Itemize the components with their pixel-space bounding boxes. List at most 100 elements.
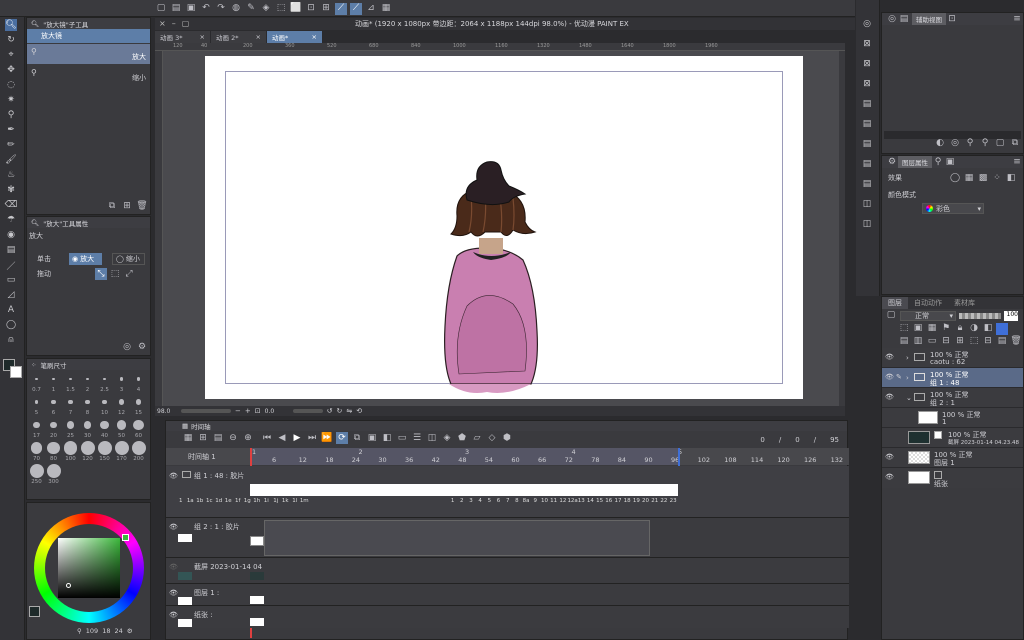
ruler-tool-icon[interactable]: ◿ [5,289,17,301]
brush-size-item[interactable]: 1.5 [63,372,78,393]
sub-view-d-icon[interactable]: ⚲ [979,137,991,149]
layer-group2[interactable]: 👁︎ ⌄ 100 % 正常 组 2 : 1 [882,388,1023,408]
operation-tool-icon[interactable]: ⌖ [5,49,17,61]
blend-mode-select[interactable]: 正常 ▾ [900,310,956,321]
effect-tint-icon[interactable]: ◧ [1005,172,1017,184]
clear-icon[interactable]: ◍ [230,3,242,15]
sub-tool-item-zoom-in[interactable]: ⚲ 放大 [27,44,150,64]
rotate-tool-icon[interactable]: ↻ [5,34,17,46]
mask-icon[interactable]: ◑ [968,323,980,335]
eye-icon[interactable]: 👁︎ [885,393,894,401]
next-frame-icon[interactable]: ⏭ [306,432,318,444]
auto-action-tab[interactable]: 自动动作 [908,297,948,309]
color-picker-cursor[interactable] [66,583,71,588]
duplicate-icon[interactable]: ▤ [996,336,1008,348]
material5-icon[interactable]: ▤ [861,178,873,190]
zoom-out-icon[interactable]: − [235,407,241,415]
onion-skin-icon[interactable]: ◧ [381,432,393,444]
opacity-value[interactable]: 100 [1004,310,1018,321]
eraser-tool-icon[interactable]: ⌫ [5,199,18,211]
new-raster-icon[interactable]: ▤ [898,336,910,348]
text-tool-icon[interactable]: A [5,304,17,316]
eye-icon[interactable]: 👁︎ [169,472,178,480]
hue-cursor[interactable] [122,534,129,541]
color-layer-icon[interactable] [996,322,1008,335]
info-icon[interactable]: ⊠ [861,58,873,70]
brush-size-item[interactable]: 40 [97,418,112,439]
rotate-left-icon[interactable]: ↺ [327,407,333,415]
merge-icon[interactable]: ⊞ [954,336,966,348]
material-icon[interactable]: ▤ [861,98,873,110]
add-subtool-icon[interactable]: ⊞ [121,200,133,212]
zoom-in-option[interactable]: ◉ 放大 [69,253,102,265]
eyedropper-icon[interactable]: ⚲ [5,109,17,121]
navigator-icon[interactable]: ◎ [861,18,873,30]
transform-icon[interactable]: ⬚ [275,3,287,15]
sub-tool-item-zoom-out[interactable]: ⚲ 缩小 [27,65,150,85]
material-tab[interactable]: 素材库 [948,297,981,309]
lasso-tool-icon[interactable]: ◌ [5,79,17,91]
zoom-value[interactable]: 98.0 [157,408,177,415]
zoom-tool-icon[interactable]: 🔍︎ [5,19,17,31]
correct-line-tool-icon[interactable]: ⍝ [5,334,17,346]
timeline-new-icon[interactable]: ▦ [182,432,194,444]
layer-prop-tab[interactable]: 图层属性 [898,156,932,168]
draft-icon[interactable]: ⚑ [940,323,952,335]
brush-size-item[interactable]: 30 [80,418,95,439]
brush-size-item[interactable]: 10 [97,395,112,416]
canvas-vscroll[interactable] [839,51,845,406]
brush-size-item[interactable]: 5 [29,395,44,416]
navigator-tab-icon[interactable]: ◎ [886,13,898,25]
layer-group1[interactable]: 👁︎ ✎ › 100 % 正常 组 1 : 48 [882,368,1023,388]
assign-cel-icon[interactable]: ▣ [366,432,378,444]
deselect-icon[interactable]: ⬜ [290,3,302,15]
brush-size-item[interactable]: 1 [46,372,61,393]
cel-block[interactable] [250,618,264,626]
layer-icon-toggle[interactable]: ▢ [885,310,897,322]
delete-key-icon[interactable]: ◇ [486,432,498,444]
layer-prop-tab-icon[interactable]: ⚙ [886,156,898,168]
material7-icon[interactable]: ◫ [861,218,873,230]
brush-size-item[interactable]: 17 [29,418,44,439]
interp-icon[interactable]: ▱ [471,432,483,444]
layer-search-icon[interactable]: ⚲ [932,156,944,168]
layer-cel-1[interactable]: 100 % 正常 1 [882,408,1023,428]
reference-icon[interactable]: ▦ [926,323,938,335]
canvas-area[interactable] [163,51,845,406]
canvas-paper[interactable] [205,56,803,399]
tab-close-icon[interactable]: × [312,33,317,41]
rotate-value[interactable]: 0.0 [265,408,289,415]
track-screenshot[interactable]: 👁︎ 截屏 2023-01-14 04 [166,558,849,584]
timeline-settings-icon[interactable]: ⊞ [197,432,209,444]
collapse-icon[interactable]: ⌄ [906,394,912,402]
new-folder-icon[interactable]: ▭ [926,336,938,348]
fill-tool-icon[interactable]: ◉ [5,229,17,241]
move-tool-icon[interactable]: ✥ [5,64,17,76]
eye-icon[interactable]: 👁︎ [885,353,894,361]
history-icon[interactable]: ⊠ [861,78,873,90]
first-frame-icon[interactable]: ⏮ [261,432,273,444]
maximize-window-icon[interactable]: ▢ [182,19,190,28]
new-file-icon[interactable]: ▢ [155,3,167,15]
edit-keyframe-icon[interactable]: ⬟ [456,432,468,444]
saturation-value-square[interactable] [58,538,120,598]
copy-subtool-icon[interactable]: ⧉ [106,200,118,212]
grid-icon[interactable]: ▦ [380,3,392,15]
balloon-tool-icon[interactable]: ◯ [5,319,17,331]
rotate-slider[interactable] [292,409,323,413]
brush-size-item[interactable]: 7 [63,395,78,416]
panel-menu-icon[interactable]: ≡ [1011,13,1023,25]
camera-icon[interactable]: ◫ [426,432,438,444]
color-mode-select[interactable]: 彩色 ▾ [922,203,984,214]
layer-layer1[interactable]: 👁︎ 100 % 正常 图层 1 [882,448,1023,468]
brush-size-item[interactable]: 2.5 [97,372,112,393]
rotate-right-icon[interactable]: ↻ [337,407,343,415]
brush-size-item[interactable]: 100 [63,441,78,462]
fill-icon[interactable]: ◈ [260,3,272,15]
brush-size-item[interactable]: 150 [97,441,112,462]
eye-icon[interactable]: 👁︎ [169,523,178,531]
sub-view-c-icon[interactable]: ⚲ [964,137,976,149]
blend-tool-icon[interactable]: ☂ [5,214,17,226]
zoom-in-icon[interactable]: + [245,407,251,415]
sub-view-icon[interactable]: ⊠ [861,38,873,50]
